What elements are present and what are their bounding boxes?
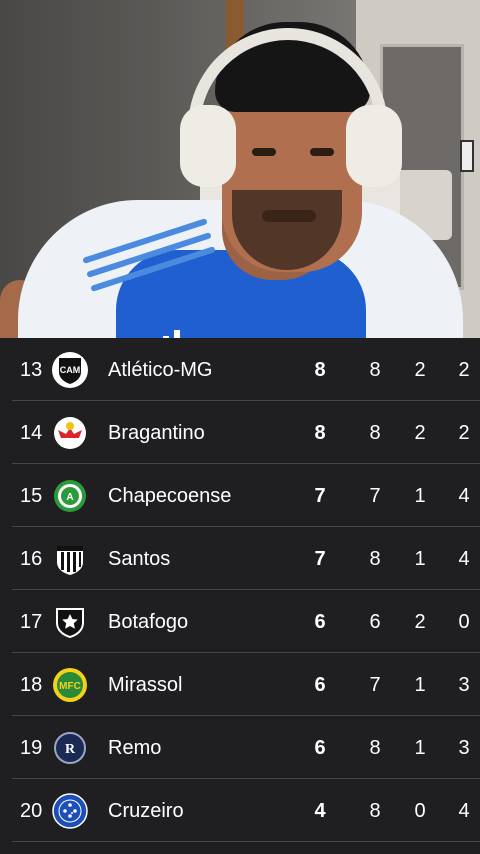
stat-col-3: 4 [458, 547, 470, 570]
table-row[interactable]: 17 Botafogo 6 6 2 0 [0, 590, 480, 653]
team-name: Bragantino [108, 421, 205, 444]
stat-col-1: 7 [369, 484, 381, 507]
position: 20 [20, 799, 43, 822]
points: 6 [314, 673, 326, 696]
position: 18 [20, 673, 43, 696]
mirassol-crest-icon: MFC [52, 667, 88, 703]
stat-col-3: 4 [458, 484, 470, 507]
position: 19 [20, 736, 43, 759]
stat-col-2: 1 [414, 547, 426, 570]
cruzeiro-crest-icon [52, 792, 88, 829]
stat-col-3: 3 [458, 736, 470, 759]
table-row[interactable]: 16 Santos 7 8 1 4 [0, 527, 480, 590]
table-row[interactable]: 15 A Chapecoense 7 7 1 4 [0, 464, 480, 527]
table-row[interactable]: 20 Cruzeiro 4 8 0 4 [0, 779, 480, 842]
standings-table: 13 CAM Atlético-MG 8 8 2 2 14 Bragantino… [0, 338, 480, 854]
table-row[interactable]: 13 CAM Atlético-MG 8 8 2 2 [0, 338, 480, 401]
team-name: Mirassol [108, 673, 183, 696]
santos-crest-icon [52, 541, 88, 577]
team-name: Santos [108, 547, 171, 570]
stat-col-2: 0 [414, 799, 426, 822]
stat-col-2: 2 [414, 358, 426, 381]
headphones-cup [180, 105, 236, 187]
table-row[interactable]: 18 MFC Mirassol 6 7 1 3 [0, 653, 480, 716]
team-name: Chapecoense [108, 484, 232, 507]
streamer-mouth [262, 210, 316, 222]
stat-col-3: 0 [458, 610, 470, 633]
position: 14 [20, 421, 43, 444]
stat-col-1: 8 [369, 358, 381, 381]
position: 16 [20, 547, 43, 570]
stat-col-2: 1 [414, 736, 426, 759]
webcam-overlay [0, 0, 480, 358]
svg-text:MFC: MFC [59, 681, 81, 692]
team-name: Atlético-MG [108, 358, 213, 381]
position: 15 [20, 484, 43, 507]
stat-col-2: 1 [414, 484, 426, 507]
stat-col-3: 2 [458, 421, 470, 444]
stat-col-1: 6 [369, 610, 381, 633]
svg-text:CAM: CAM [60, 365, 81, 375]
chapecoense-crest-icon: A [52, 478, 88, 514]
position: 17 [20, 610, 43, 633]
svg-text:A: A [66, 492, 73, 503]
stat-col-2: 2 [414, 421, 426, 444]
points: 7 [314, 547, 326, 570]
stat-col-2: 1 [414, 673, 426, 696]
stat-col-3: 4 [458, 799, 470, 822]
stat-col-3: 2 [458, 358, 470, 381]
points: 4 [314, 799, 326, 822]
light-switch [460, 140, 474, 172]
remo-crest-icon: R [52, 730, 88, 766]
table-row[interactable]: 19 R Remo 6 8 1 3 [0, 716, 480, 779]
table-row[interactable]: 14 Bragantino 8 8 2 2 [0, 401, 480, 464]
svg-text:R: R [65, 742, 76, 757]
points: 8 [314, 358, 326, 381]
team-name: Cruzeiro [108, 799, 184, 822]
team-name: Botafogo [108, 610, 189, 633]
botafogo-crest-icon [52, 604, 88, 640]
points: 8 [314, 421, 326, 444]
stat-col-1: 8 [369, 421, 381, 444]
stat-col-3: 3 [458, 673, 470, 696]
bragantino-crest-icon [52, 415, 88, 451]
row-divider [12, 841, 480, 842]
atletico-mg-crest-icon: CAM [52, 351, 88, 388]
points: 7 [314, 484, 326, 507]
stat-col-1: 8 [369, 547, 381, 570]
stat-col-1: 8 [369, 736, 381, 759]
points: 6 [314, 610, 326, 633]
stat-col-2: 2 [414, 610, 426, 633]
position: 13 [20, 358, 43, 381]
team-name: Remo [108, 736, 162, 759]
headphones-cup [346, 105, 402, 187]
stat-col-1: 8 [369, 799, 381, 822]
points: 6 [314, 736, 326, 759]
stat-col-1: 7 [369, 673, 381, 696]
